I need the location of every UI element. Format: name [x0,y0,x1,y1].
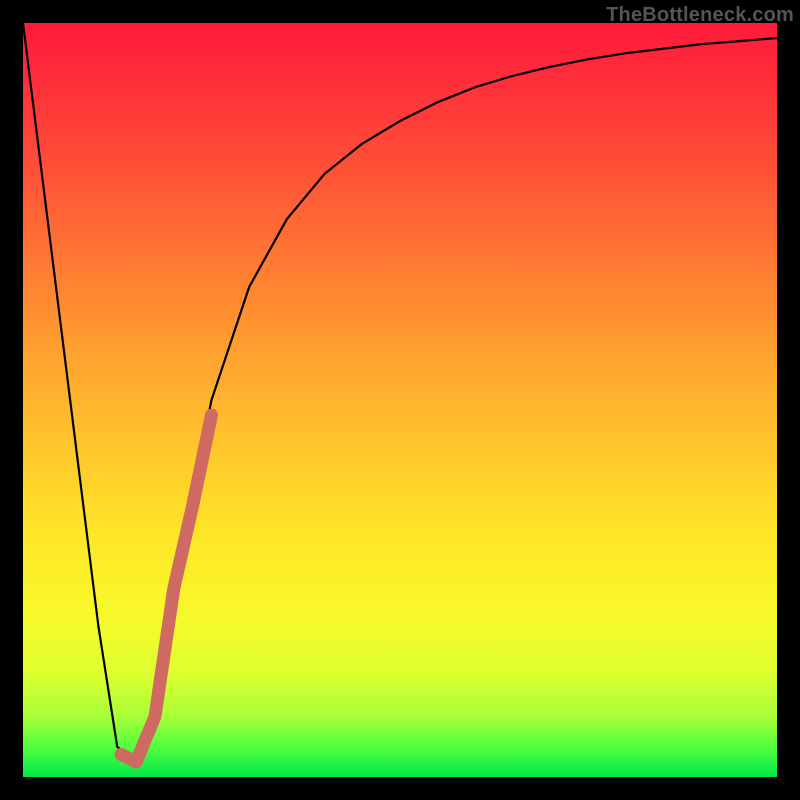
chart-svg [23,23,777,777]
highlight-curve [121,415,211,762]
bottleneck-curve-path [23,23,777,762]
chart-frame: TheBottleneck.com [0,0,800,800]
main-curve [23,23,777,762]
highlight-segment-path [121,415,211,762]
watermark-text: TheBottleneck.com [606,4,794,27]
plot-area [23,23,777,777]
